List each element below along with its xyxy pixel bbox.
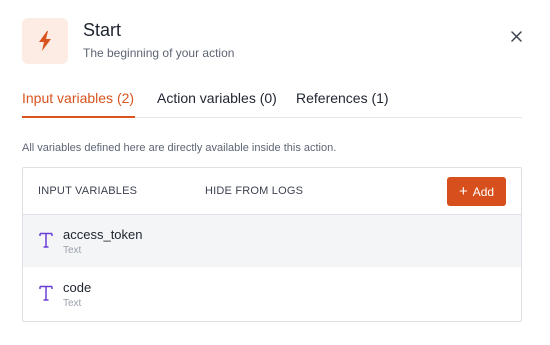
add-button-label: Add bbox=[472, 184, 495, 199]
variable-name: code bbox=[63, 280, 92, 295]
column-header-input-variables: INPUT VARIABLES bbox=[38, 185, 138, 197]
lightning-icon bbox=[22, 18, 68, 64]
page-subtitle: The beginning of your action bbox=[83, 46, 235, 60]
tab-references[interactable]: References (1) bbox=[296, 90, 389, 106]
add-variable-button[interactable]: + Add bbox=[447, 177, 506, 206]
table-row[interactable]: code Text bbox=[23, 268, 521, 320]
text-type-icon bbox=[39, 285, 53, 301]
text-type-icon bbox=[39, 232, 53, 248]
close-icon[interactable] bbox=[508, 28, 524, 44]
tab-bar: Input variables (2) Action variables (0)… bbox=[22, 88, 522, 118]
tab-action-variables[interactable]: Action variables (0) bbox=[157, 90, 277, 106]
variable-name: access_token bbox=[63, 227, 143, 242]
table-row[interactable]: access_token Text bbox=[23, 215, 521, 267]
variable-type: Text bbox=[63, 245, 82, 256]
description-text: All variables defined here are directly … bbox=[22, 142, 337, 154]
variables-table: INPUT VARIABLES HIDE FROM LOGS + Add acc… bbox=[22, 167, 522, 322]
plus-icon: + bbox=[458, 183, 468, 200]
tab-input-variables[interactable]: Input variables (2) bbox=[22, 90, 134, 106]
column-header-hide-from-logs: HIDE FROM LOGS bbox=[205, 185, 304, 197]
page-title: Start bbox=[83, 20, 122, 40]
table-header: INPUT VARIABLES HIDE FROM LOGS + Add bbox=[23, 168, 521, 215]
active-tab-indicator bbox=[22, 116, 135, 118]
header: Start The beginning of your action bbox=[22, 18, 550, 66]
variable-type: Text bbox=[63, 298, 82, 309]
